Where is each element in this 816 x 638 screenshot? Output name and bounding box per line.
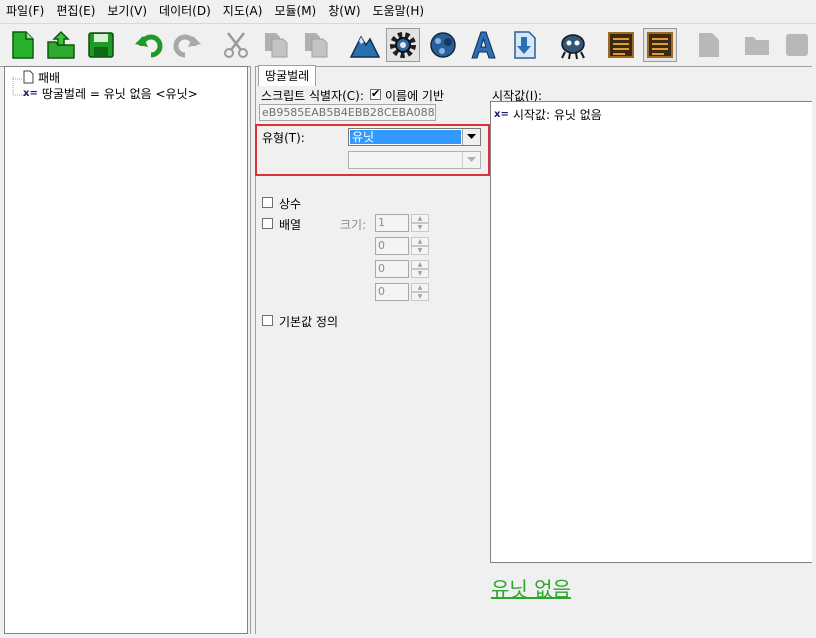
script-id-label: 스크립트 식별자(C): [261, 89, 364, 103]
unit-icon [430, 32, 456, 58]
undo-button[interactable] [132, 28, 166, 62]
redo-arrow-icon [173, 34, 201, 58]
list-icon [647, 32, 673, 58]
menu-help[interactable]: 도움말(H) [367, 0, 431, 22]
tree-item-variable[interactable]: x= 땅굴벌레 = 유닛 없음 <유닛> [23, 85, 198, 101]
stepper-buttons: ▲ ▼ [411, 237, 429, 255]
stepper-up-icon[interactable]: ▲ [411, 260, 429, 269]
name-based-checkbox[interactable]: ✔ [370, 87, 381, 100]
initial-value-text: 시작값: 유닛 없음 [512, 108, 602, 122]
tree-item-label: 패배 [38, 70, 61, 85]
subtype-dropdown[interactable] [348, 151, 481, 169]
initial-value-link[interactable]: 유닛 없음 [491, 573, 571, 602]
list-icon [608, 32, 634, 58]
folder-button[interactable] [740, 28, 774, 62]
copy-button[interactable] [259, 28, 293, 62]
document-icon [699, 33, 719, 57]
unit-editor-button[interactable] [426, 28, 460, 62]
size-label: 크기: [340, 218, 367, 232]
text-editor-button[interactable] [604, 28, 638, 62]
initial-value-item[interactable]: x= 시작값: 유닛 없음 [494, 106, 602, 123]
redo-button[interactable] [170, 28, 204, 62]
ai-editor-button[interactable] [466, 28, 500, 62]
initial-value-list: x= 시작값: 유닛 없음 [490, 101, 813, 563]
array-size-value[interactable]: 0 [375, 260, 409, 278]
terrain-editor-button[interactable] [348, 28, 382, 62]
open-file-button[interactable] [44, 28, 78, 62]
define-default-label: 기본값 정의 [279, 315, 339, 329]
gear-icon [390, 32, 416, 58]
menu-map[interactable]: 지도(A) [217, 0, 269, 22]
array-size-value[interactable]: 0 [375, 237, 409, 255]
type-selected-value: 유닛 [350, 130, 461, 144]
type-dropdown[interactable]: 유닛 [348, 128, 481, 146]
checkmark-icon: ✔ [371, 87, 381, 100]
stepper-down-icon[interactable]: ▼ [411, 269, 429, 278]
import-arrow-icon [514, 31, 536, 59]
floppy-disk-icon [88, 32, 114, 58]
stepper-buttons: ▲ ▼ [411, 283, 429, 301]
type-label: 유형(T): [262, 131, 305, 145]
stepper-up-icon[interactable]: ▲ [411, 214, 429, 223]
variable-icon: x= [494, 109, 509, 120]
menu-view[interactable]: 보기(V) [101, 0, 153, 22]
dropdown-arrow-icon[interactable] [462, 129, 480, 145]
toolbar [0, 23, 816, 67]
stepper-up-icon[interactable]: ▲ [411, 283, 429, 292]
constant-label: 상수 [279, 197, 302, 211]
save-button[interactable] [84, 28, 118, 62]
square-icon [786, 34, 808, 56]
stepper-down-icon[interactable]: ▼ [411, 292, 429, 301]
mountain-icon [350, 35, 380, 58]
folder-icon [745, 37, 769, 55]
menu-edit[interactable]: 편집(E) [50, 0, 101, 22]
open-folder-icon [47, 30, 75, 59]
window-edge [812, 66, 816, 638]
copy-icon [265, 33, 288, 58]
undo-arrow-icon [135, 34, 163, 58]
name-based-label: 이름에 기반 [385, 89, 445, 103]
array-label: 배열 [279, 218, 302, 232]
stepper-buttons: ▲ ▼ [411, 214, 429, 232]
import-button[interactable] [508, 28, 542, 62]
trigger-tree: 패배 x= 땅굴벌레 = 유닛 없음 <유닛> [4, 66, 248, 634]
menu-module[interactable]: 모듈(M) [268, 0, 322, 22]
dropdown-arrow-icon[interactable] [462, 152, 480, 168]
data-editor-button[interactable] [643, 28, 677, 62]
paste-button[interactable] [299, 28, 333, 62]
square-button[interactable] [780, 28, 814, 62]
define-default-checkbox[interactable] [262, 315, 273, 326]
script-id-field[interactable]: eB9585EAB5B4EBB28CEBA088 [259, 104, 436, 121]
scissors-icon [224, 32, 248, 58]
variable-icon: x= [23, 87, 38, 99]
menu-window[interactable]: 창(W) [322, 0, 366, 22]
menu-bar: 파일(F) 편집(E) 보기(V) 데이터(D) 지도(A) 모듈(M) 창(W… [0, 0, 816, 22]
object-editor-button[interactable] [556, 28, 590, 62]
constant-checkbox[interactable] [262, 197, 273, 208]
creature-icon [561, 34, 585, 60]
stepper-down-icon[interactable]: ▼ [411, 246, 429, 255]
document-button[interactable] [692, 28, 726, 62]
tree-item-defeat[interactable]: 패배 [23, 69, 60, 85]
paste-icon [305, 33, 328, 58]
trigger-editor-button[interactable] [386, 28, 420, 62]
stepper-buttons: ▲ ▼ [411, 260, 429, 278]
tree-item-label: 땅굴벌레 = 유닛 없음 <유닛> [41, 86, 198, 101]
menu-data[interactable]: 데이터(D) [153, 0, 217, 22]
stepper-down-icon[interactable]: ▼ [411, 223, 429, 232]
letter-a-icon [471, 31, 496, 59]
document-icon [23, 70, 34, 84]
menu-file[interactable]: 파일(F) [0, 0, 50, 22]
array-size-value[interactable]: 0 [375, 283, 409, 301]
new-file-button[interactable] [6, 28, 40, 62]
stepper-up-icon[interactable]: ▲ [411, 237, 429, 246]
array-checkbox[interactable] [262, 218, 273, 229]
cut-button[interactable] [219, 28, 253, 62]
tab-variable[interactable]: 땅굴벌레 [258, 65, 317, 86]
new-file-icon [12, 31, 34, 59]
array-size-value[interactable]: 1 [375, 214, 409, 232]
